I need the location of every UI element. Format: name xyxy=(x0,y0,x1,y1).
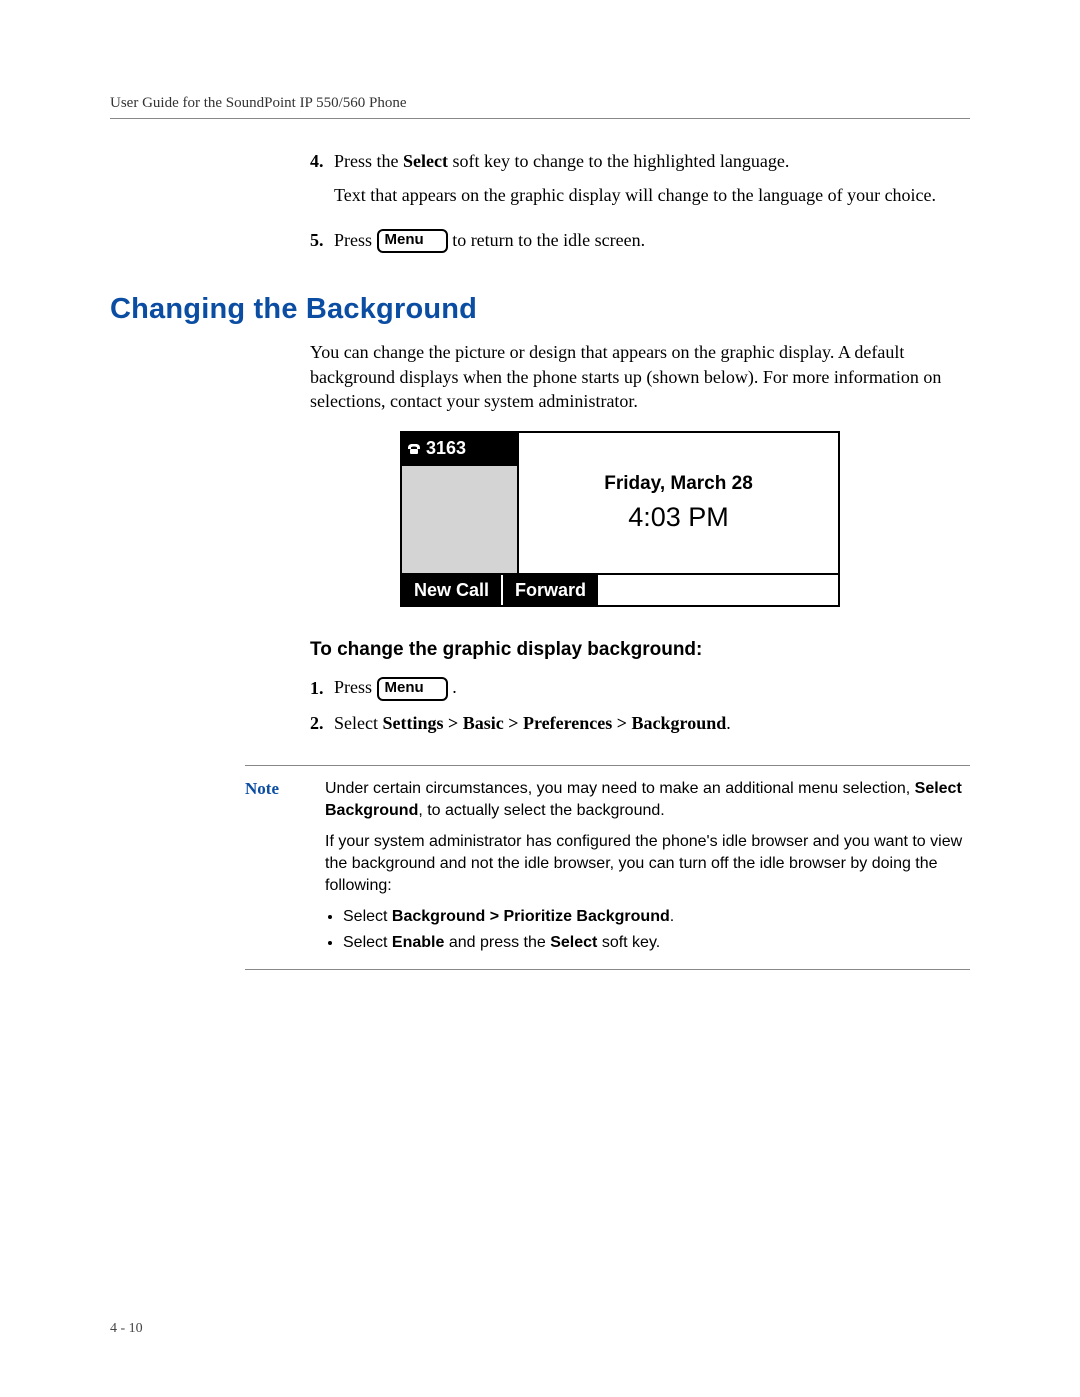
text: Select xyxy=(343,908,392,925)
text: to return to the idle screen. xyxy=(452,230,645,250)
display-main: 3163 Friday, March 28 4:03 PM xyxy=(402,433,838,573)
bold: Background > Prioritize Background xyxy=(392,908,670,925)
step-body: Press the Select soft key to change to t… xyxy=(334,149,970,218)
menu-hardkey-icon: Menu xyxy=(377,677,448,701)
text: Under certain circumstances, you may nee… xyxy=(325,780,915,797)
display-datetime: Friday, March 28 4:03 PM xyxy=(519,433,838,573)
softkey-new-call: New Call xyxy=(402,575,503,605)
text: Select xyxy=(334,713,382,733)
note-bullet-list: Select Background > Prioritize Backgroun… xyxy=(325,906,970,953)
text: . xyxy=(670,908,674,925)
step-number: 1. xyxy=(310,676,334,700)
step-5: 5. Press Menu to return to the idle scre… xyxy=(310,228,970,254)
paragraph: Text that appears on the graphic display… xyxy=(334,183,970,207)
softkey-spacer xyxy=(600,575,838,605)
proc-step-1: 1. Press Menu . xyxy=(310,675,970,701)
procedure-heading: To change the graphic display background… xyxy=(310,637,970,663)
note-callout: Note Under certain circumstances, you ma… xyxy=(245,765,970,970)
softkey-forward: Forward xyxy=(503,575,600,605)
section-heading: Changing the Background xyxy=(110,293,970,326)
note-bullet: Select Enable and press the Select soft … xyxy=(343,932,970,954)
display-date: Friday, March 28 xyxy=(604,471,753,497)
menu-path: Settings > Basic > Preferences > Backgro… xyxy=(382,713,726,733)
step-body: Select Settings > Basic > Preferences > … xyxy=(334,711,970,735)
text: , to actually select the background. xyxy=(418,802,664,819)
text: soft key to change to the highlighted la… xyxy=(448,151,789,171)
header-rule xyxy=(110,118,970,119)
note-bullet: Select Background > Prioritize Backgroun… xyxy=(343,906,970,928)
display-blank-area xyxy=(402,466,517,574)
step-4: 4. Press the Select soft key to change t… xyxy=(310,149,970,218)
body-column-top: 4. Press the Select soft key to change t… xyxy=(310,149,970,253)
phone-icon xyxy=(406,442,422,456)
note-label: Note xyxy=(245,778,325,957)
menu-hardkey-icon: Menu xyxy=(377,229,448,253)
text: Press xyxy=(334,677,377,697)
step-body: Press Menu . xyxy=(334,675,970,701)
running-header: User Guide for the SoundPoint IP 550/560… xyxy=(110,95,970,112)
text: Press the xyxy=(334,151,403,171)
extension-label: 3163 xyxy=(402,433,517,465)
note-row: Note Under certain circumstances, you ma… xyxy=(245,766,970,969)
text: . xyxy=(452,677,457,697)
intro-paragraph: You can change the picture or design tha… xyxy=(310,340,970,413)
display-time: 4:03 PM xyxy=(628,499,729,535)
bold: Enable xyxy=(392,934,444,951)
text: and press the xyxy=(444,934,550,951)
step-number: 2. xyxy=(310,711,334,735)
page-number: 4 - 10 xyxy=(110,1321,143,1337)
text: soft key. xyxy=(597,934,660,951)
note-body: Under certain circumstances, you may nee… xyxy=(325,778,970,957)
note-paragraph: Under certain circumstances, you may nee… xyxy=(325,778,970,821)
document-page: User Guide for the SoundPoint IP 550/560… xyxy=(0,0,1080,1397)
phone-display-figure: 3163 Friday, March 28 4:03 PM New Call F… xyxy=(400,431,840,607)
text: . xyxy=(726,713,731,733)
step-number: 5. xyxy=(310,228,334,252)
text: Press xyxy=(334,230,377,250)
proc-step-2: 2. Select Settings > Basic > Preferences… xyxy=(310,711,970,735)
bold: Select xyxy=(403,151,448,171)
softkey-row: New Call Forward xyxy=(402,573,838,605)
bold: Select xyxy=(550,934,597,951)
note-rule-bottom xyxy=(245,969,970,970)
body-column-section: You can change the picture or design tha… xyxy=(310,340,970,735)
extension-number: 3163 xyxy=(426,436,466,460)
text: Select xyxy=(343,934,392,951)
step-number: 4. xyxy=(310,149,334,218)
display-left-col: 3163 xyxy=(402,433,519,573)
note-paragraph: If your system administrator has configu… xyxy=(325,831,970,896)
step-body: Press Menu to return to the idle screen. xyxy=(334,228,970,254)
